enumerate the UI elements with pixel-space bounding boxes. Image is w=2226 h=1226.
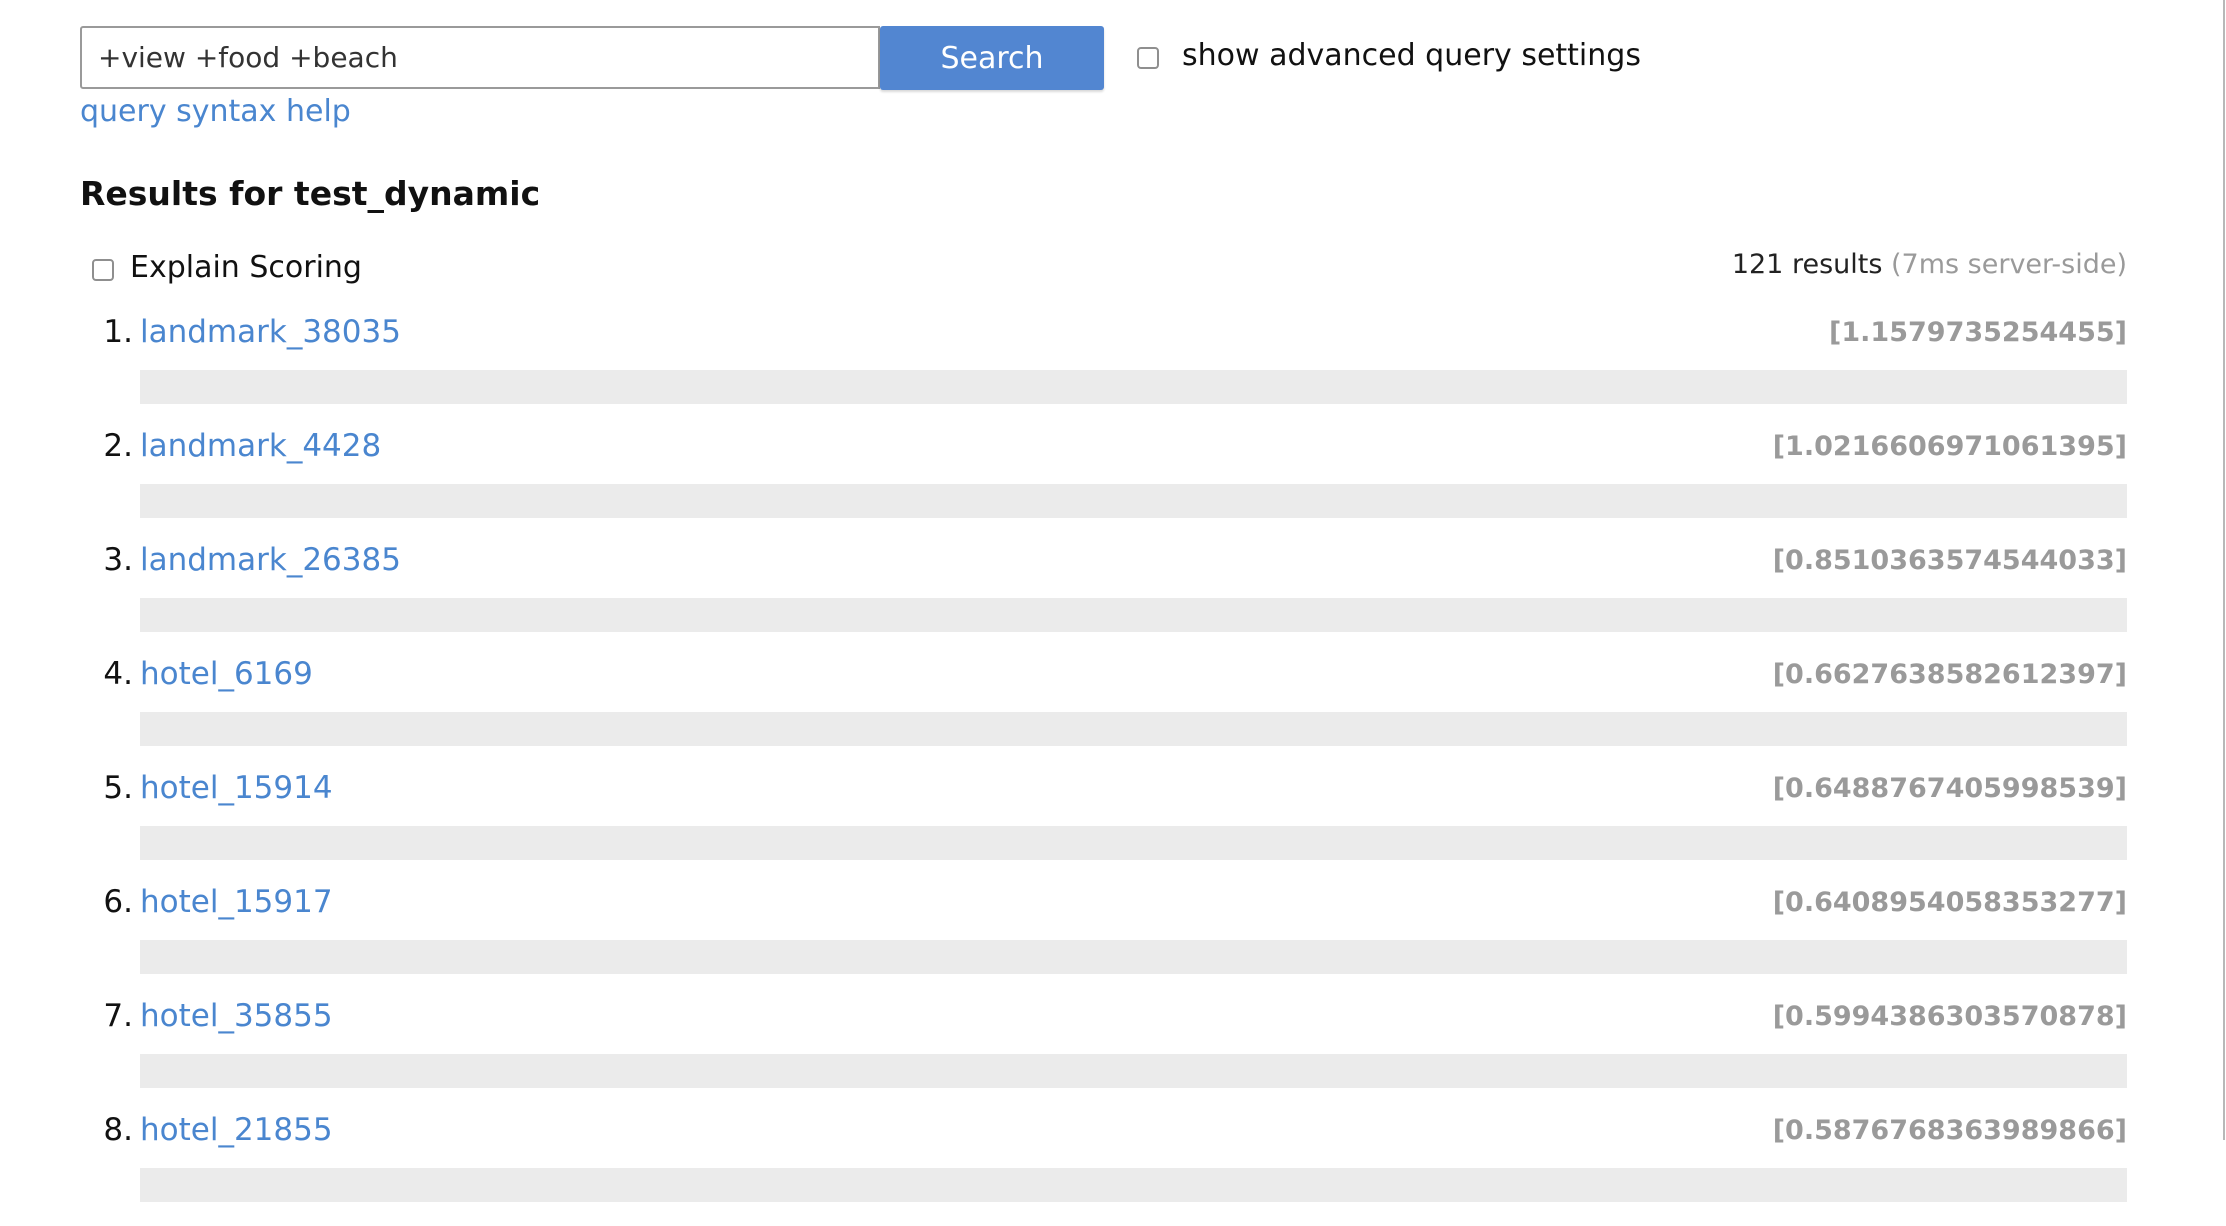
result-score: [0.5994386303570878] [1772,1001,2127,1032]
result-score: [0.5876768363989866] [1772,1115,2127,1146]
result-fragment-placeholder [140,484,2127,518]
result-fragment-placeholder [140,1168,2127,1202]
result-score: [0.6488767405998539] [1772,773,2127,804]
result-title-link[interactable]: landmark_38035 [140,314,401,350]
result-item: 1. landmark_38035 [1.1579735254455] [0,314,2226,428]
advanced-settings-checkbox[interactable] [1137,47,1159,69]
result-title-link[interactable]: hotel_6169 [140,656,313,692]
result-title-link[interactable]: hotel_15914 [140,770,333,806]
result-title-link[interactable]: landmark_26385 [140,542,401,578]
result-score: [1.0216606971061395] [1772,431,2127,462]
result-fragment-placeholder [140,712,2127,746]
results-count-value: 121 results [1731,249,1883,280]
server-timing: (7ms server-side) [1891,249,2127,280]
result-rank: 4. [103,656,133,692]
result-fragment-placeholder [140,370,2127,404]
result-title-link[interactable]: hotel_21855 [140,1112,333,1148]
result-rank: 3. [103,542,133,578]
result-item: 2. landmark_4428 [1.0216606971061395] [0,428,2226,542]
result-rank: 1. [103,314,133,350]
result-rank: 2. [103,428,133,464]
explain-scoring-checkbox[interactable] [92,259,114,281]
result-score: [0.6627638582612397] [1772,659,2127,690]
result-fragment-placeholder [140,940,2127,974]
result-fragment-placeholder [140,1054,2127,1088]
results-heading: Results for test_dynamic [80,174,541,213]
results-count: 121 results (7ms server-side) [1732,249,2127,280]
result-item: 4. hotel_6169 [0.6627638582612397] [0,656,2226,770]
result-item: 3. landmark_26385 [0.8510363574544033] [0,542,2226,656]
result-rank: 5. [103,770,133,806]
result-rank: 6. [103,884,133,920]
explain-scoring-label[interactable]: Explain Scoring [130,250,362,285]
result-score: [0.8510363574544033] [1772,545,2127,576]
result-item: 5. hotel_15914 [0.6488767405998539] [0,770,2226,884]
result-fragment-placeholder [140,598,2127,632]
result-item: 8. hotel_21855 [0.5876768363989866] [0,1112,2226,1226]
result-title-link[interactable]: hotel_35855 [140,998,333,1034]
result-title-link[interactable]: landmark_4428 [140,428,381,464]
result-title-link[interactable]: hotel_15917 [140,884,333,920]
advanced-settings-label[interactable]: show advanced query settings [1182,38,1641,73]
result-item: 6. hotel_15917 [0.6408954058353277] [0,884,2226,998]
result-rank: 8. [103,1112,133,1148]
result-score: [1.1579735254455] [1829,317,2127,348]
result-fragment-placeholder [140,826,2127,860]
result-item: 7. hotel_35855 [0.5994386303570878] [0,998,2226,1112]
query-syntax-help-link[interactable]: query syntax help [80,94,351,129]
search-button[interactable]: Search [880,26,1104,90]
result-score: [0.6408954058353277] [1772,887,2127,918]
search-input[interactable] [80,26,880,89]
result-rank: 7. [103,998,133,1034]
